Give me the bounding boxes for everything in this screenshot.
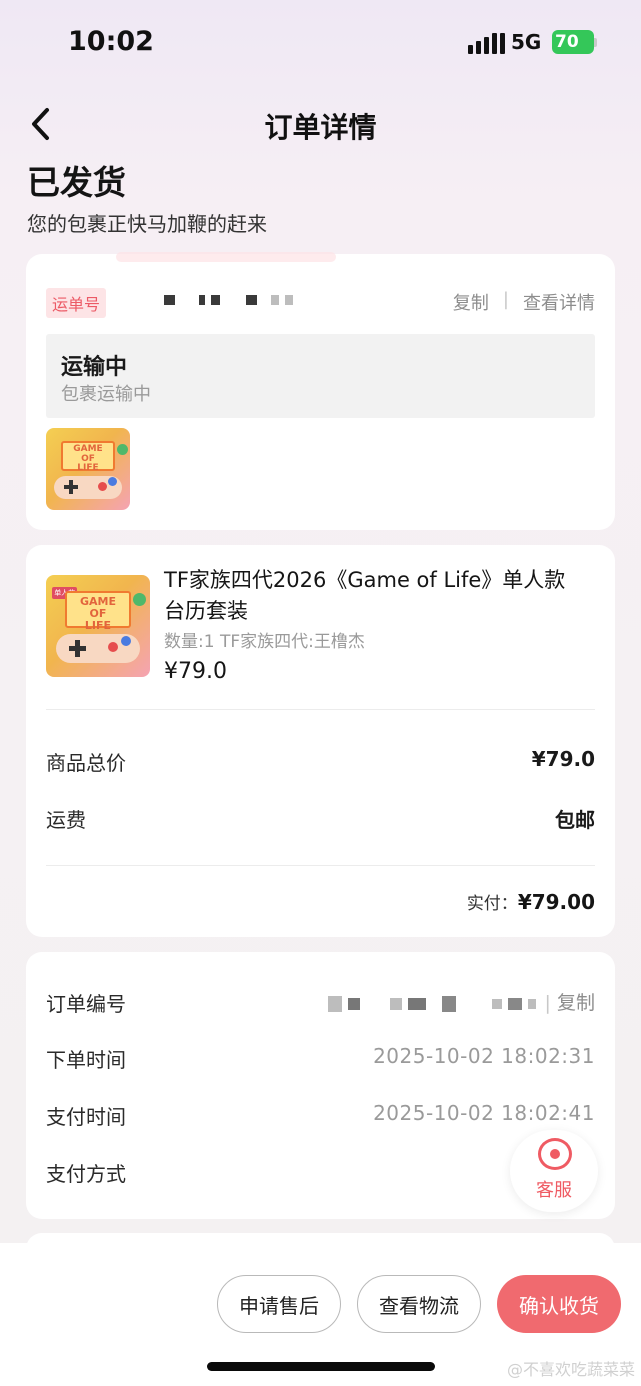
product-thumbnail[interactable]: 单人款 GAME OF LIFE [46, 575, 150, 677]
copy-order-number-button[interactable]: | 复制 [545, 988, 595, 1015]
payment-method-label: 支付方式 [46, 1162, 126, 1186]
view-details-button[interactable]: 查看详情 [523, 289, 595, 315]
home-indicator[interactable] [207, 1362, 435, 1371]
tracking-number-masked [164, 295, 293, 305]
order-time-value: 2025-10-02 18:02:31 [373, 1044, 595, 1068]
paid-label: 实付： [466, 894, 518, 914]
product-name[interactable]: TF家族四代2026《Game of Life》单人款台历套装 [164, 565, 584, 627]
product-price: ¥79.0 [164, 659, 227, 684]
shipment-status-subtitle: 您的包裹正快马加鞭的赶来 [27, 212, 267, 236]
tracking-links: 复制 | 查看详情 [453, 289, 595, 315]
confirm-receipt-button[interactable]: 确认收货 [497, 1275, 621, 1333]
thumb-text: LIFE [77, 463, 99, 474]
signal-icon [468, 32, 505, 54]
page-title: 订单详情 [264, 111, 377, 144]
paid-total: 实付：¥79.00 [467, 889, 595, 914]
payment-time-value: 2025-10-02 18:02:41 [373, 1101, 595, 1125]
thumb-screen: GAME OF LIFE [61, 441, 115, 474]
package-thumbnail[interactable]: GAME OF LIFE [46, 428, 130, 510]
decor-ball [133, 593, 147, 607]
battery-tip [594, 38, 597, 47]
network-label: 5G [511, 30, 542, 54]
tracking-card: 运单号 复制 | 查看详情 运输中 包裹运输中 GAME OF LIFE [26, 252, 615, 530]
status-bar: 10:02 5G 70 [0, 0, 641, 88]
tracking-number-tag: 运单号 [46, 288, 107, 318]
order-time-label: 下单时间 [46, 1048, 126, 1072]
divider [46, 709, 595, 710]
product-meta: 数量:1 TF家族四代:王橹杰 [164, 632, 365, 652]
button-dot [120, 636, 131, 647]
link-separator: | [502, 289, 509, 310]
shipping-label: 运费 [46, 808, 86, 832]
copy-order-label: 复制 [556, 992, 595, 1014]
link-separator: | [544, 992, 557, 1014]
dpad-icon [64, 480, 79, 494]
product-card: 单人款 GAME OF LIFE TF家族四代2026《Game of Life… [26, 545, 615, 937]
battery-icon: 70 [552, 30, 594, 54]
order-number-label: 订单编号 [46, 992, 126, 1016]
subtotal-label: 商品总价 [46, 751, 126, 775]
customer-service-button[interactable]: 客服 [510, 1130, 598, 1212]
subtotal-value: ¥79.0 [531, 747, 595, 771]
status-time: 10:02 [68, 26, 154, 57]
headset-icon [538, 1138, 572, 1170]
transit-status-box[interactable]: 运输中 包裹运输中 [46, 334, 595, 418]
dpad-icon [68, 640, 86, 657]
transit-status-title: 运输中 [61, 355, 128, 380]
payment-time-label: 支付时间 [46, 1105, 126, 1129]
card-decoration [116, 252, 336, 262]
shipment-status-title: 已发货 [27, 163, 126, 202]
view-logistics-button[interactable]: 查看物流 [357, 1275, 481, 1333]
after-sale-button[interactable]: 申请售后 [217, 1275, 341, 1333]
copy-tracking-button[interactable]: 复制 [453, 289, 489, 315]
thumb-screen: GAME OF LIFE [64, 591, 132, 632]
paid-value: ¥79.00 [517, 890, 595, 914]
customer-service-label: 客服 [536, 1180, 572, 1201]
decor-ball [116, 444, 128, 456]
battery-level: 70 [555, 32, 579, 52]
transit-status-subtitle: 包裹运输中 [61, 384, 151, 405]
thumb-text: LIFE [84, 619, 112, 633]
divider [46, 865, 595, 866]
shipping-value: 包邮 [555, 808, 595, 832]
order-number-masked [328, 996, 536, 1012]
watermark: @不喜欢吃蔬菜菜 [506, 1360, 635, 1379]
